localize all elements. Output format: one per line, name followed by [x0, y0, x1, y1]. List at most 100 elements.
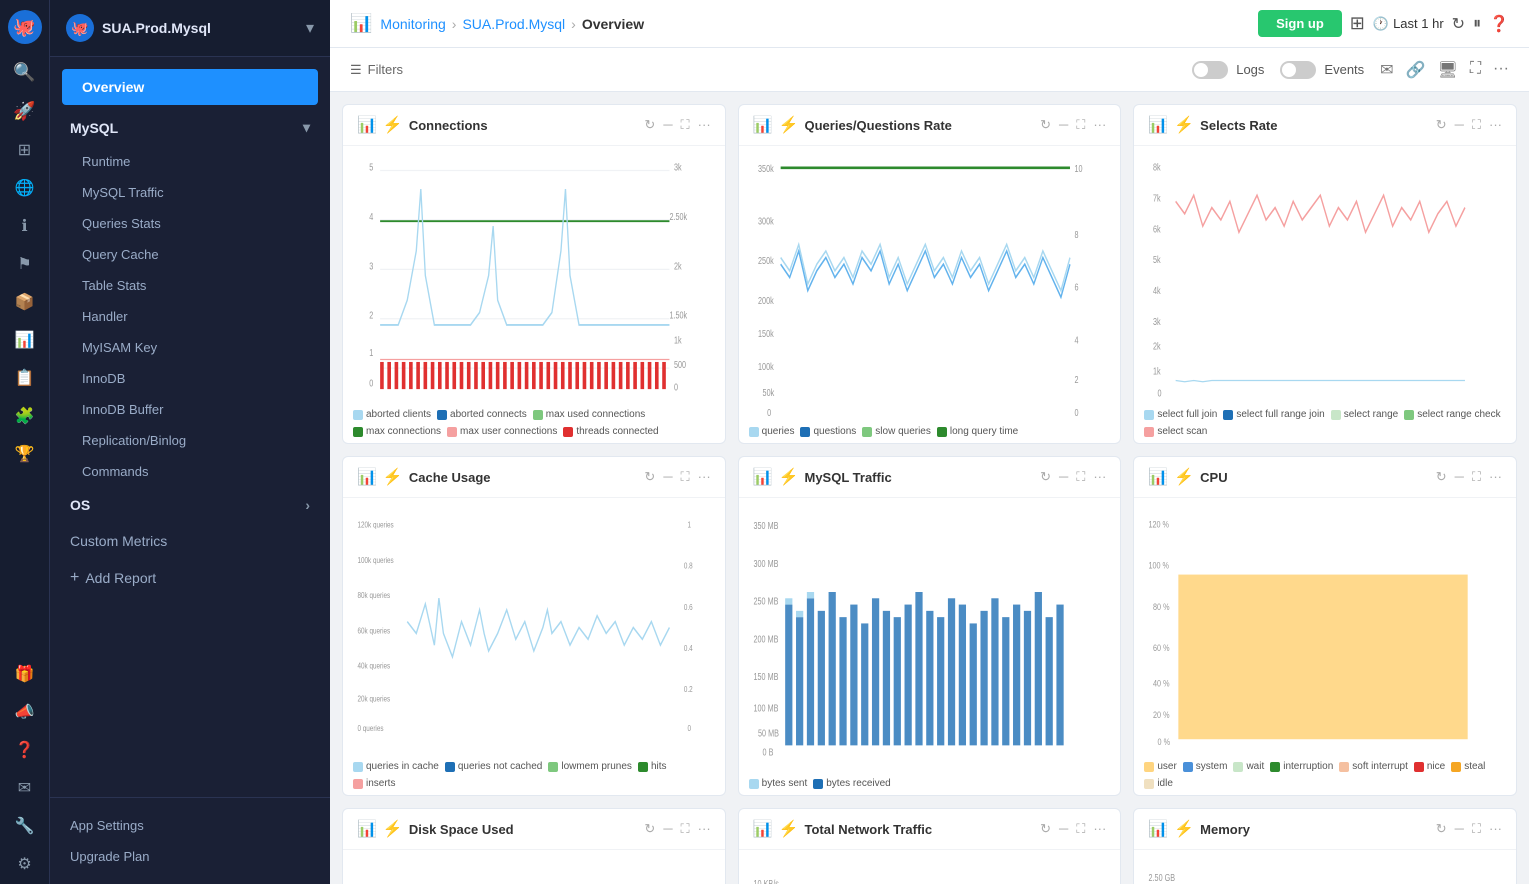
refresh-m-icon[interactable]: ↻ [1436, 821, 1447, 837]
flag-icon[interactable]: ⚑ [17, 254, 31, 274]
minimize-d-icon[interactable]: ─ [663, 821, 672, 837]
fullscreen-q-icon[interactable]: ⛶ [1076, 117, 1085, 133]
refresh-q-icon[interactable]: ↻ [1040, 117, 1051, 133]
help-topbar-icon[interactable]: ❓ [1489, 14, 1509, 34]
sidebar-item-commands[interactable]: Commands [50, 456, 330, 487]
more-c-icon[interactable]: ··· [698, 469, 711, 485]
fullscreen-m-icon[interactable]: ⛶ [1472, 821, 1481, 837]
search-icon[interactable]: 🔍 [13, 62, 35, 83]
svg-text:2: 2 [369, 310, 373, 321]
box-icon[interactable]: 📦 [15, 292, 35, 312]
rocket-icon[interactable]: 🚀 [13, 101, 35, 122]
link-icon[interactable]: 🔗 [1406, 60, 1426, 80]
svg-text:0: 0 [688, 723, 692, 733]
sidebar-header[interactable]: 🐙 SUA.Prod.Mysql ▾ [50, 0, 330, 57]
sidebar-item-custom-metrics[interactable]: Custom Metrics [50, 523, 330, 559]
refresh-icon[interactable]: ↻ [1452, 14, 1465, 34]
fullscreen-c-icon[interactable]: ⛶ [681, 469, 690, 485]
refresh-c-icon[interactable]: ↻ [644, 469, 655, 485]
fullscreen-cpu-icon[interactable]: ⛶ [1472, 469, 1481, 485]
apps-grid-icon[interactable]: ⊞ [1350, 13, 1365, 34]
display-icon[interactable]: 🖥 [1438, 60, 1458, 80]
refresh-s-icon[interactable]: ↻ [1436, 117, 1447, 133]
sidebar-item-mysql-traffic[interactable]: MySQL Traffic [50, 177, 330, 208]
mail-icon[interactable]: ✉ [18, 778, 31, 798]
sidebar-item-innodb-buffer[interactable]: InnoDB Buffer [50, 394, 330, 425]
help-icon[interactable]: ❓ [15, 740, 35, 760]
minimize-chart-icon[interactable]: ─ [663, 117, 672, 133]
svg-text:6k: 6k [1153, 223, 1161, 234]
sidebar-upgrade-plan[interactable]: Upgrade Plan [50, 841, 330, 872]
minimize-cpu-icon[interactable]: ─ [1455, 469, 1464, 485]
sidebar-item-innodb[interactable]: InnoDB [50, 363, 330, 394]
legend-cpu-idle: idle [1144, 778, 1173, 789]
grid-icon[interactable]: ⊞ [18, 140, 31, 160]
more-cpu-icon[interactable]: ··· [1489, 469, 1502, 485]
fullscreen-chart-icon[interactable]: ⛶ [681, 117, 690, 133]
refresh-mt-icon[interactable]: ↻ [1040, 469, 1051, 485]
sidebar-section-os[interactable]: OS › [50, 487, 330, 523]
minimize-q-icon[interactable]: ─ [1059, 117, 1068, 133]
sidebar-item-overview[interactable]: Overview [62, 69, 318, 105]
refresh-d-icon[interactable]: ↻ [644, 821, 655, 837]
events-toggle[interactable] [1280, 61, 1316, 79]
dashboard-icon[interactable]: 📊 [15, 330, 35, 350]
refresh-cpu-icon[interactable]: ↻ [1436, 469, 1447, 485]
tools-icon[interactable]: 🔧 [15, 816, 35, 836]
chart-network-title: Total Network Traffic [805, 822, 1035, 837]
legend-select-full-join: select full join [1144, 409, 1217, 420]
sidebar-add-report[interactable]: + Add Report [50, 559, 330, 597]
more-icon[interactable]: ··· [1493, 60, 1509, 80]
more-n-icon[interactable]: ··· [1093, 821, 1106, 837]
trophy-icon[interactable]: 🏆 [15, 444, 35, 464]
signup-button[interactable]: Sign up [1258, 10, 1342, 37]
info-icon[interactable]: ℹ [21, 216, 27, 236]
pause-icon[interactable]: ⏸ [1473, 15, 1481, 33]
logs-toggle[interactable] [1192, 61, 1228, 79]
minimize-n-icon[interactable]: ─ [1059, 821, 1068, 837]
filter-button[interactable]: ☰ Filters [350, 62, 403, 78]
fullscreen-d-icon[interactable]: ⛶ [681, 821, 690, 837]
legend-cpu-interruption: interruption [1270, 761, 1333, 772]
breadcrumb-monitoring[interactable]: Monitoring [380, 16, 445, 32]
megaphone-icon[interactable]: 📣 [15, 702, 35, 722]
sidebar-item-runtime[interactable]: Runtime [50, 146, 330, 177]
more-d-icon[interactable]: ··· [698, 821, 711, 837]
svg-text:100k queries: 100k queries [358, 555, 394, 565]
more-mt-icon[interactable]: ··· [1093, 469, 1106, 485]
minimize-c-icon[interactable]: ─ [663, 469, 672, 485]
breadcrumb-prod-mysql[interactable]: SUA.Prod.Mysql [462, 16, 565, 32]
fullscreen-mt-icon[interactable]: ⛶ [1076, 469, 1085, 485]
sidebar-item-table-stats[interactable]: Table Stats [50, 270, 330, 301]
expand-icon[interactable]: ⛶ [1470, 60, 1481, 80]
chart-bar-icon-d: 📊 [357, 819, 377, 839]
fullscreen-s-icon[interactable]: ⛶ [1472, 117, 1481, 133]
settings-icon[interactable]: ⚙ [17, 854, 31, 874]
report-icon[interactable]: 📋 [15, 368, 35, 388]
minimize-m-icon[interactable]: ─ [1455, 821, 1464, 837]
sidebar-item-queries-stats[interactable]: Queries Stats [50, 208, 330, 239]
fullscreen-n-icon[interactable]: ⛶ [1076, 821, 1085, 837]
sidebar-item-myisam-key[interactable]: MyISAM Key [50, 332, 330, 363]
sidebar-app-settings[interactable]: App Settings [50, 810, 330, 841]
sidebar-item-replication[interactable]: Replication/Binlog [50, 425, 330, 456]
minimize-s-icon[interactable]: ─ [1455, 117, 1464, 133]
more-q-icon[interactable]: ··· [1093, 117, 1106, 133]
globe-icon[interactable]: 🌐 [15, 178, 35, 198]
refresh-chart-icon[interactable]: ↻ [644, 117, 655, 133]
gift-icon[interactable]: 🎁 [15, 664, 35, 684]
sidebar-section-mysql[interactable]: MySQL ▾ [50, 109, 330, 146]
time-range[interactable]: 🕐 Last 1 hr [1373, 16, 1444, 32]
more-chart-icon[interactable]: ··· [698, 117, 711, 133]
refresh-n-icon[interactable]: ↻ [1040, 821, 1051, 837]
puzzle-icon[interactable]: 🧩 [15, 406, 35, 426]
svg-text:10 KB/s: 10 KB/s [753, 878, 779, 884]
sidebar-title: SUA.Prod.Mysql [102, 20, 211, 36]
sidebar-item-query-cache[interactable]: Query Cache [50, 239, 330, 270]
minimize-mt-icon[interactable]: ─ [1059, 469, 1068, 485]
sidebar-item-handler[interactable]: Handler [50, 301, 330, 332]
more-s-icon[interactable]: ··· [1489, 117, 1502, 133]
email-icon[interactable]: ✉ [1380, 60, 1393, 80]
svg-text:0: 0 [369, 378, 373, 389]
more-m-icon[interactable]: ··· [1489, 821, 1502, 837]
